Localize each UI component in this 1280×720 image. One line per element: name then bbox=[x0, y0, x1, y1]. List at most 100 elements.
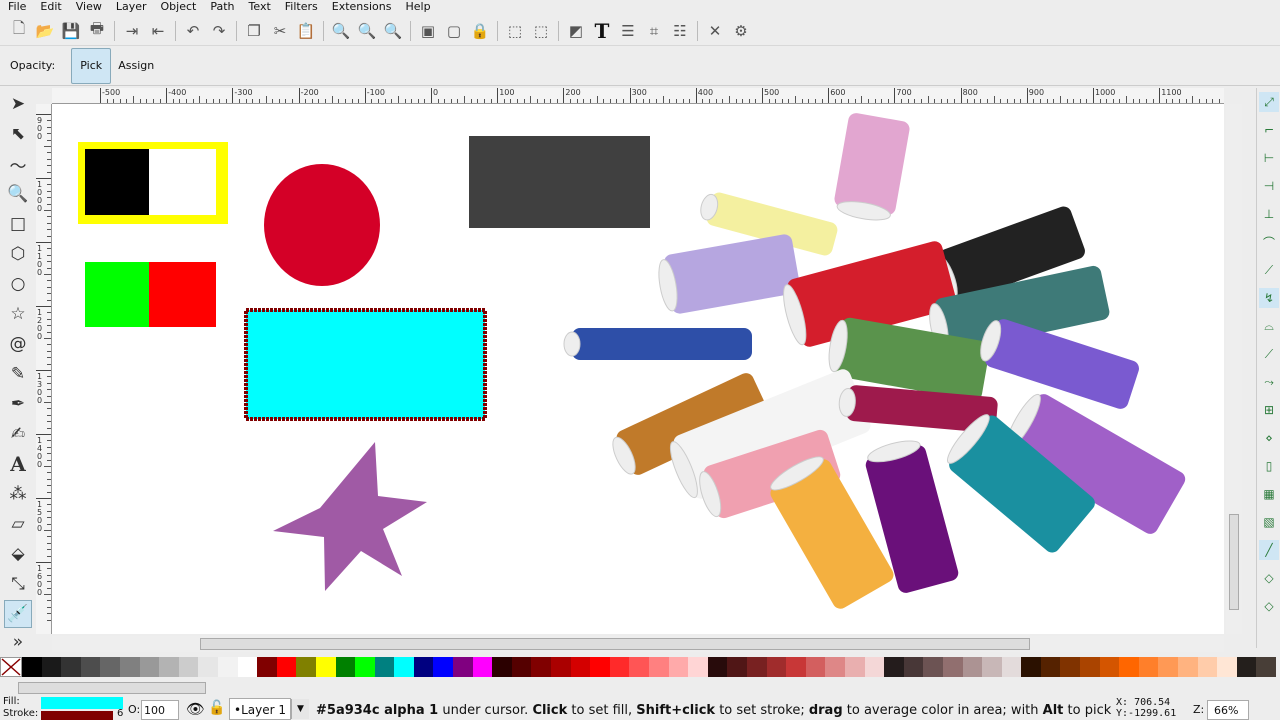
red-rect[interactable] bbox=[149, 262, 216, 327]
red-circle[interactable] bbox=[264, 164, 380, 286]
pick-button[interactable]: Pick bbox=[71, 47, 112, 84]
new-icon[interactable]: 🗋 bbox=[6, 18, 32, 44]
palette-scrollbar[interactable] bbox=[18, 682, 206, 694]
color-swatch[interactable] bbox=[884, 657, 904, 677]
connector-tool-icon[interactable]: ⤡ bbox=[4, 570, 32, 598]
color-swatch[interactable] bbox=[1099, 657, 1120, 677]
color-swatch[interactable] bbox=[1138, 657, 1159, 677]
snap-toggle-icon[interactable]: ⊞ bbox=[1259, 400, 1279, 420]
color-swatch[interactable] bbox=[825, 657, 845, 677]
snap-toggle-icon[interactable]: ▯ bbox=[1259, 456, 1279, 476]
snap-toggle-icon[interactable]: ⊣ bbox=[1259, 176, 1279, 196]
menu-layer[interactable]: Layer bbox=[108, 0, 153, 14]
export-icon[interactable]: ⇤ bbox=[145, 18, 171, 44]
color-swatch[interactable] bbox=[22, 657, 42, 677]
color-swatch[interactable] bbox=[864, 657, 885, 677]
color-swatch[interactable] bbox=[119, 657, 140, 677]
color-swatch[interactable] bbox=[982, 657, 1002, 677]
color-swatch[interactable] bbox=[433, 657, 454, 677]
zoom-input[interactable]: 66% bbox=[1207, 700, 1249, 720]
snap-toggle-icon[interactable]: ⤢ bbox=[1259, 92, 1279, 112]
snap-toggle-icon[interactable]: ⟋ bbox=[1259, 260, 1279, 280]
color-swatch[interactable] bbox=[492, 657, 512, 677]
color-swatch[interactable] bbox=[688, 657, 708, 677]
text-tool-icon[interactable]: A bbox=[4, 450, 32, 478]
color-swatch[interactable] bbox=[1236, 657, 1257, 677]
tweak-tool-icon[interactable]: 〜 bbox=[4, 150, 32, 178]
color-swatch[interactable] bbox=[178, 657, 199, 677]
zoom-drawing-icon[interactable]: 🔍 bbox=[354, 18, 380, 44]
color-swatch[interactable] bbox=[374, 657, 395, 677]
zoom-page-icon[interactable]: 🔍 bbox=[380, 18, 406, 44]
save-icon[interactable]: 💾 bbox=[58, 18, 84, 44]
color-swatch[interactable] bbox=[609, 657, 630, 677]
zoom-tool-icon[interactable]: 🔍 bbox=[4, 180, 32, 208]
color-swatch[interactable] bbox=[1158, 657, 1179, 677]
undo-icon[interactable]: ↶ bbox=[180, 18, 206, 44]
menu-help[interactable]: Help bbox=[397, 0, 436, 14]
menu-file[interactable]: File bbox=[0, 0, 32, 14]
color-swatch[interactable] bbox=[649, 657, 669, 677]
color-swatch[interactable] bbox=[159, 657, 179, 677]
color-swatch[interactable] bbox=[1080, 657, 1100, 677]
color-swatch[interactable] bbox=[531, 657, 552, 677]
snap-toggle-icon[interactable]: ⌒ bbox=[1259, 232, 1279, 252]
assign-button[interactable]: Assign bbox=[118, 59, 154, 72]
snap-toggle-icon[interactable]: ⌐ bbox=[1259, 120, 1279, 140]
color-swatch[interactable] bbox=[296, 657, 316, 677]
snap-toggle-icon[interactable]: ▧ bbox=[1259, 512, 1279, 532]
color-swatch[interactable] bbox=[511, 657, 532, 677]
fill-stroke-icon[interactable]: ◩ bbox=[563, 18, 589, 44]
dark-gray-rect[interactable] bbox=[469, 136, 650, 228]
selector-tool-icon[interactable]: ➤ bbox=[4, 90, 32, 118]
snap-toggle-icon[interactable]: ◇ bbox=[1259, 568, 1279, 588]
color-swatch[interactable] bbox=[844, 657, 865, 677]
color-swatch[interactable] bbox=[61, 657, 81, 677]
menu-object[interactable]: Object bbox=[153, 0, 203, 14]
more-tools-icon[interactable]: » bbox=[4, 628, 32, 656]
snap-toggle-icon[interactable]: ╱ bbox=[1259, 540, 1279, 560]
redo-icon[interactable]: ↷ bbox=[206, 18, 232, 44]
cut-icon[interactable]: ✂ bbox=[267, 18, 293, 44]
color-swatch[interactable] bbox=[962, 657, 983, 677]
color-swatch[interactable] bbox=[1256, 657, 1276, 677]
color-swatch[interactable] bbox=[1060, 657, 1081, 677]
star-tool-icon[interactable]: ☆ bbox=[4, 300, 32, 328]
canvas[interactable] bbox=[52, 104, 1224, 634]
visibility-eye-icon[interactable]: 👁 bbox=[186, 700, 205, 718]
color-swatch[interactable] bbox=[257, 657, 277, 677]
menu-edit[interactable]: Edit bbox=[32, 0, 67, 14]
color-swatch[interactable] bbox=[100, 657, 120, 677]
layer-select[interactable]: •Layer 1 bbox=[229, 698, 291, 720]
ungroup-icon[interactable]: ▢ bbox=[441, 18, 467, 44]
layers-icon[interactable]: ☰ bbox=[615, 18, 641, 44]
menu-view[interactable]: View bbox=[68, 0, 108, 14]
color-swatch[interactable] bbox=[903, 657, 924, 677]
color-swatch[interactable] bbox=[453, 657, 473, 677]
color-swatch[interactable] bbox=[629, 657, 649, 677]
document-properties-icon[interactable]: ⚙ bbox=[728, 18, 754, 44]
import-icon[interactable]: ⇥ bbox=[119, 18, 145, 44]
color-swatch[interactable] bbox=[727, 657, 747, 677]
menu-path[interactable]: Path bbox=[202, 0, 240, 14]
rectangle-tool-icon[interactable]: □ bbox=[4, 210, 32, 238]
color-swatch[interactable] bbox=[1197, 657, 1218, 677]
xml-editor-icon[interactable]: ⌗ bbox=[641, 18, 667, 44]
vertical-scrollbar[interactable] bbox=[1226, 104, 1242, 634]
black-rect[interactable] bbox=[85, 149, 149, 215]
select-all-icon[interactable]: ⬚ bbox=[502, 18, 528, 44]
color-swatch[interactable] bbox=[766, 657, 787, 677]
cyan-rect[interactable] bbox=[244, 308, 487, 421]
snap-toggle-icon[interactable]: ⋄ bbox=[1259, 428, 1279, 448]
open-icon[interactable]: 📂 bbox=[32, 18, 58, 44]
color-swatch[interactable] bbox=[139, 657, 160, 677]
color-swatch[interactable] bbox=[80, 657, 101, 677]
color-swatch[interactable] bbox=[394, 657, 414, 677]
text-font-icon[interactable]: T bbox=[589, 18, 615, 44]
spiral-tool-icon[interactable]: @ bbox=[4, 330, 32, 358]
preferences-icon[interactable]: ✕ bbox=[702, 18, 728, 44]
color-swatch[interactable] bbox=[805, 657, 826, 677]
stroke-indicator[interactable] bbox=[41, 711, 113, 720]
color-swatch[interactable] bbox=[1119, 657, 1139, 677]
color-swatch[interactable] bbox=[335, 657, 356, 677]
